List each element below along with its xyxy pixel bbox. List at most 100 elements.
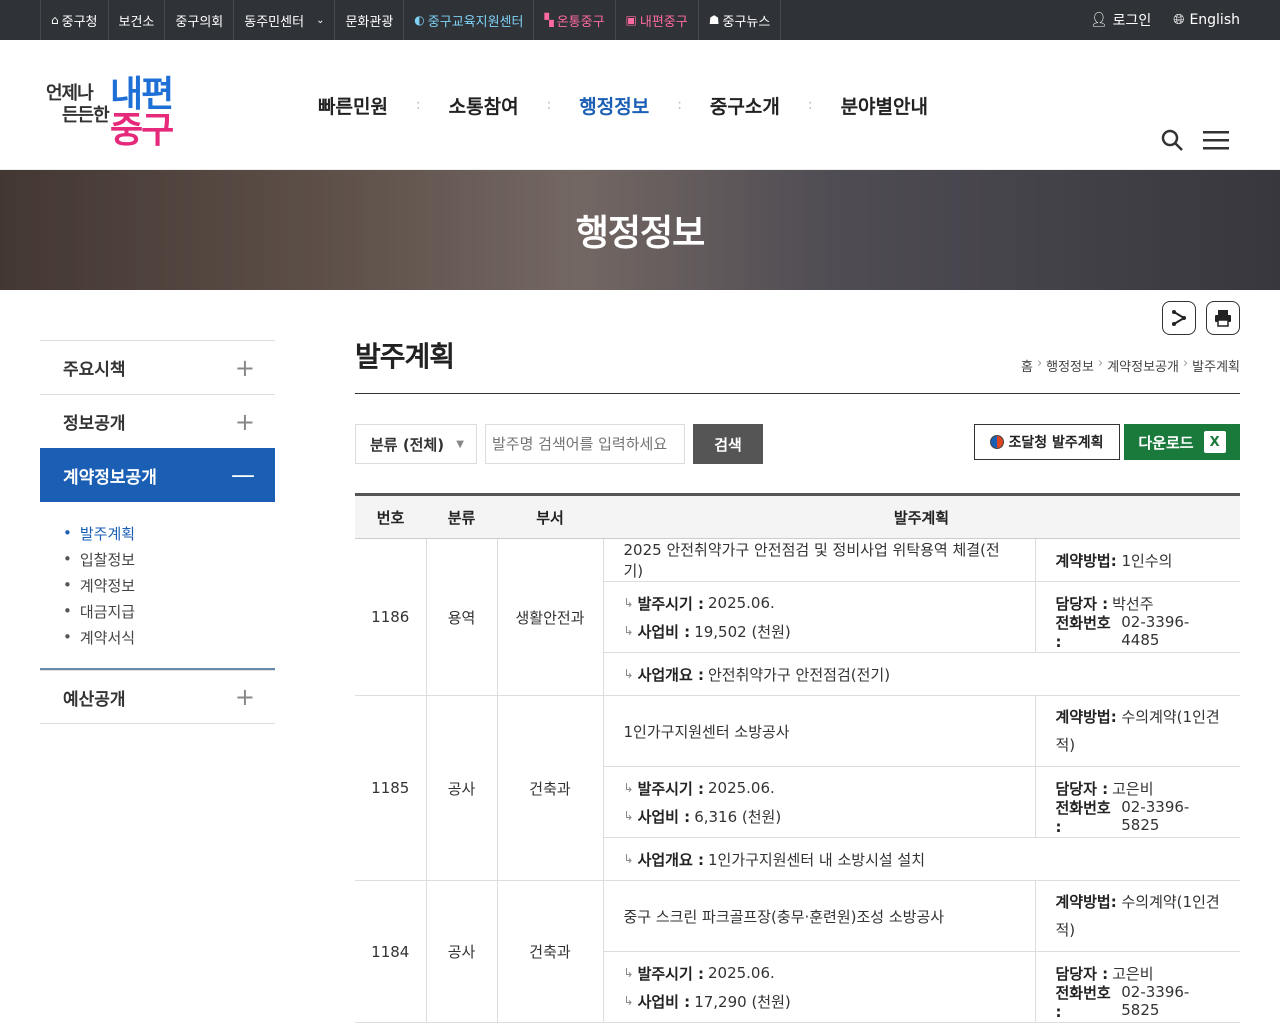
breadcrumb: 홈 › 행정정보 › 계약정보공개 › 발주계획 [1021,356,1240,375]
edu-logo-icon: ◐ [414,13,425,27]
gnb-item-admin-info[interactable]: 행정정보 [579,92,649,119]
title-divider [355,393,1240,394]
return-arrow-icon: ↳ [623,994,634,1008]
return-arrow-icon: ↳ [623,624,634,638]
submenu-item-forms[interactable]: 계약서식 [63,624,275,650]
ontong-logo-icon: ▚ [544,13,554,27]
action-buttons: 조달청 발주계획 다운로드 X [974,424,1240,460]
menu-icon[interactable] [1202,128,1230,152]
print-icon [1215,310,1231,327]
top-link-education[interactable]: ◐ 중구교육지원센터 [403,0,533,40]
row-method: 계약방법: 수의계약(1인견적) [1034,695,1241,767]
side-nav-item-budget[interactable]: 예산공개 + [40,670,275,724]
breadcrumb-contract[interactable]: 계약정보공개 [1107,356,1179,375]
search-bar: 분류 (전체)▼ 검색 [355,424,763,464]
gnb-separator: : [415,97,421,113]
page-banner: 행정정보 [0,170,1280,290]
search-button[interactable]: 검색 [693,424,763,464]
plus-icon: + [234,407,255,436]
top-link-culture[interactable]: 문화관광 [334,0,403,40]
header-plan: 발주계획 [603,493,1241,539]
search-icon[interactable] [1160,128,1184,152]
row-period-cost: ↳ 발주시기 :2025.06. ↳ 사업비 :17,290 (천원) [602,951,1036,1023]
breadcrumb-current: 발주계획 [1192,360,1240,375]
return-arrow-icon: ↳ [623,809,634,823]
globe-icon: 🌐︎ [1173,12,1185,28]
top-utility-bar: ⌂ 중구청 보건소 중구의회 동주민센터 ⌄ 문화관광 ◐ 중구교육지원센터 ▚ 온통중… [0,0,1280,40]
row-contact: 담당자 : 고은비 전화번호 :02-3396-5825 [1034,951,1241,1023]
breadcrumb-admin-info[interactable]: 행정정보 [1046,356,1094,375]
return-arrow-icon: ↳ [623,966,634,980]
submenu-item-payment[interactable]: 대금지급 [63,598,275,624]
header-no: 번호 [355,493,426,539]
table-row: 1185 공사 건축과 1인가구지원센터 소방공사 계약방법: 수의계약(1인견… [355,695,1241,881]
table-row: 1186 용역 생활안전과 2025 안전취약가구 안전점검 및 정비사업 위탁… [355,538,1241,696]
top-link-news[interactable]: ☗ 중구뉴스 [697,0,782,40]
table-row: 1184 공사 건축과 중구 스크린 파크골프장(충무·훈련원)조성 소방공사 … [355,880,1241,1023]
share-icon [1172,310,1186,326]
chevron-right-icon: › [1182,356,1189,371]
login-link[interactable]: 👤︎ 로그인 [1090,10,1151,30]
caret-down-icon: ▼ [456,438,464,450]
gnb-separator: : [677,97,682,113]
top-link-ontong[interactable]: ▚ 온통중구 [533,0,614,40]
row-summary: ↳ 사업개요 : 안전취약가구 안전점검(전기) [602,652,1241,696]
global-nav: 빠른민원 : 소통참여 : 행정정보 : 중구소개 : 분야별안내 [318,40,928,170]
banner-title: 행정정보 [575,213,705,254]
gnb-item-quick-civil[interactable]: 빠른민원 [318,92,388,119]
chevron-down-icon: ⌄ [316,14,325,26]
korea-flag-icon [990,435,1005,449]
row-dept: 생활안전과 [496,538,604,696]
user-icon: 👤︎ [1089,12,1108,28]
plus-icon: + [234,683,255,711]
header-icons [1160,128,1230,152]
category-select[interactable]: 분류 (전체) ▼ [355,424,477,464]
row-period-cost: ↳ 발주시기 :2025.06. ↳ 사업비 :6,316 (천원) [602,766,1036,838]
row-category: 공사 [425,695,498,881]
minus-icon: — [231,461,255,489]
english-link[interactable]: 🌐︎ English [1173,12,1240,28]
print-button[interactable] [1206,301,1240,335]
share-button[interactable] [1162,301,1196,335]
row-no: 1185 [355,695,427,881]
side-nav-item-policy[interactable]: 주요시책 + [40,340,275,394]
site-header: 언제나 든든한 내편 중구 빠른민원 : 소통참여 : 행정정보 : 중구소개 … [0,40,1280,170]
row-contact: 담당자 : 박선주 전화번호 :02-3396-4485 [1034,581,1241,653]
submenu-item-contract[interactable]: 계약정보 [63,572,275,598]
chevron-right-icon: › [1097,356,1104,371]
gnb-separator: : [546,97,552,113]
row-name[interactable]: 중구 스크린 파크골프장(충무·훈련원)조성 소방공사 [602,880,1036,952]
row-dept: 건축과 [496,880,604,1023]
row-name[interactable]: 1인가구지원센터 소방공사 [602,695,1036,767]
row-no: 1186 [355,538,427,696]
home-icon: ⌂ [51,13,59,27]
side-nav-item-contract[interactable]: 계약정보공개 — [40,448,275,502]
top-link-health[interactable]: 보건소 [107,0,165,40]
chevron-right-icon: › [1036,356,1043,371]
search-input[interactable] [485,424,685,464]
excel-icon: X [1203,431,1226,453]
site-logo[interactable]: 언제나 든든한 내편 중구 [40,65,200,151]
return-arrow-icon: ↳ [623,852,634,866]
gnb-item-guide[interactable]: 분야별안내 [841,92,928,119]
submenu-item-bid[interactable]: 입찰정보 [63,546,275,572]
top-link-dong-center[interactable]: 동주민센터 ⌄ [233,0,334,40]
row-name[interactable]: 2025 안전취약가구 안전점검 및 정비사업 위탁용역 체결(전기) [602,538,1036,582]
row-category: 용역 [425,538,498,696]
download-button[interactable]: 다운로드 X [1124,424,1240,460]
gnb-item-participation[interactable]: 소통참여 [449,92,519,119]
order-plan-table: 번호 분류 부서 발주계획 1186 용역 생활안전과 2025 안전취약가구 … [355,493,1241,1023]
top-link-council[interactable]: 중구의회 [164,0,233,40]
submenu-item-order-plan[interactable]: 발주계획 [63,520,275,546]
side-nav-item-disclosure[interactable]: 정보공개 + [40,394,275,448]
top-link-naepyeon[interactable]: ▣ 내편중구 [614,0,698,40]
top-link-junggu[interactable]: ⌂ 중구청 [40,0,108,40]
gnb-item-about[interactable]: 중구소개 [710,92,780,119]
gnb-separator: : [807,97,813,113]
breadcrumb-home[interactable]: 홈 [1021,356,1033,375]
side-nav: 주요시책+ 정보공개+ 계약정보공개— 발주계획 입찰정보 계약정보 대금지급 … [40,340,275,724]
row-no: 1184 [355,880,427,1023]
side-nav-submenu: 발주계획 입찰정보 계약정보 대금지급 계약서식 [40,502,275,670]
jodal-order-plan-button[interactable]: 조달청 발주계획 [974,424,1120,460]
header-category: 분류 [426,493,497,539]
